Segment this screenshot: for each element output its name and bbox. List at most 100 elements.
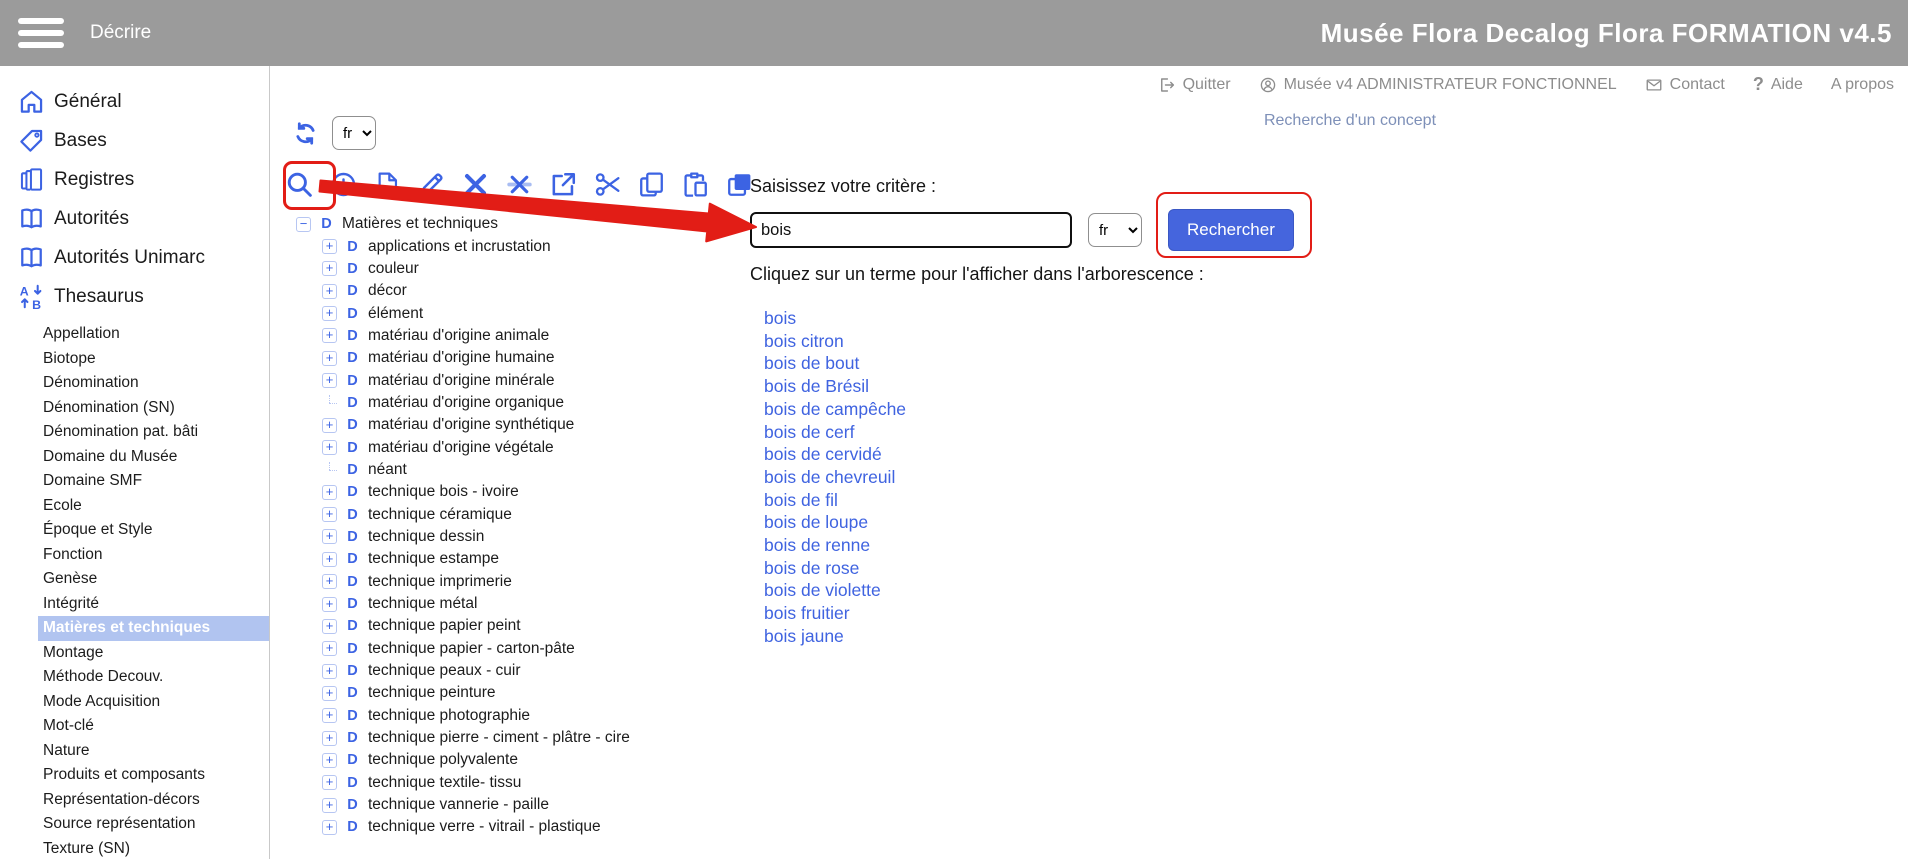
search-result-link[interactable]: bois de rose bbox=[764, 557, 1350, 580]
tree-node[interactable]: D décor bbox=[294, 280, 630, 302]
tree-expand-toggle[interactable] bbox=[322, 798, 337, 813]
sidebar-nav-item[interactable]: AB Thesaurus bbox=[0, 277, 269, 316]
tree-expand-toggle[interactable] bbox=[322, 552, 337, 567]
tree-node[interactable]: D technique peinture bbox=[294, 682, 630, 704]
tree-node[interactable]: D matériau d'origine végétale bbox=[294, 436, 630, 458]
search-result-link[interactable]: bois jaune bbox=[764, 625, 1350, 648]
tree-node[interactable]: D couleur bbox=[294, 258, 630, 280]
thesaurus-list-item[interactable]: Ecole bbox=[38, 494, 269, 519]
open-external-button[interactable] bbox=[548, 169, 579, 203]
thesaurus-list-item[interactable]: Mode Acquisition bbox=[38, 690, 269, 715]
tree-node[interactable]: D néant bbox=[294, 459, 630, 481]
search-result-link[interactable]: bois bbox=[764, 307, 1350, 330]
hamburger-menu-icon[interactable] bbox=[18, 18, 64, 48]
tree-expand-toggle[interactable] bbox=[296, 217, 311, 232]
help-link[interactable]: ? Aide bbox=[1753, 74, 1803, 95]
unlink-button[interactable] bbox=[504, 169, 535, 203]
thesaurus-list-item[interactable]: Biotope bbox=[38, 347, 269, 372]
tree-node[interactable]: D matériau d'origine organique bbox=[294, 392, 630, 414]
search-button[interactable] bbox=[284, 169, 315, 203]
tree-expand-toggle[interactable] bbox=[322, 775, 337, 790]
tree-node[interactable]: D technique papier - carton-pâte bbox=[294, 638, 630, 660]
tree-expand-toggle[interactable] bbox=[322, 507, 337, 522]
thesaurus-list-item[interactable]: Mot-clé bbox=[38, 714, 269, 739]
add-concept-button[interactable] bbox=[328, 169, 359, 203]
tree-expand-toggle[interactable] bbox=[322, 440, 337, 455]
edit-button[interactable] bbox=[416, 169, 447, 203]
tree-expand-toggle[interactable] bbox=[322, 328, 337, 343]
account-link[interactable]: Musée v4 ADMINISTRATEUR FONCTIONNEL bbox=[1259, 76, 1617, 94]
thesaurus-list-item[interactable]: Appellation bbox=[38, 322, 269, 347]
add-sheet-button[interactable]: s+ bbox=[372, 169, 403, 203]
thesaurus-list-item[interactable]: Montage bbox=[38, 641, 269, 666]
thesaurus-list-item[interactable]: Dénomination (SN) bbox=[38, 396, 269, 421]
tree-node[interactable]: D applications et incrustation bbox=[294, 235, 630, 257]
search-language-select[interactable]: fr bbox=[1088, 213, 1142, 247]
search-result-link[interactable]: bois de bout bbox=[764, 352, 1350, 375]
cut-button[interactable] bbox=[592, 169, 623, 203]
tree-node[interactable]: D technique textile- tissu bbox=[294, 772, 630, 794]
sidebar-nav-item[interactable]: Autorités Unimarc bbox=[0, 238, 269, 277]
tree-node[interactable]: D élément bbox=[294, 302, 630, 324]
tree-expand-toggle[interactable] bbox=[322, 261, 337, 276]
copy-button[interactable] bbox=[636, 169, 667, 203]
search-result-link[interactable]: bois de fil bbox=[764, 489, 1350, 512]
search-result-link[interactable]: bois de cervidé bbox=[764, 443, 1350, 466]
tree-node[interactable]: D technique dessin bbox=[294, 526, 630, 548]
tree-node[interactable]: D technique vannerie - paille bbox=[294, 794, 630, 816]
thesaurus-list-item[interactable]: Représentation-décors bbox=[38, 788, 269, 813]
thesaurus-list-item[interactable]: Domaine du Musée bbox=[38, 445, 269, 470]
delete-button[interactable] bbox=[460, 169, 491, 203]
thesaurus-list-item[interactable]: Dénomination pat. bâti bbox=[38, 420, 269, 445]
tree-expand-toggle[interactable] bbox=[322, 731, 337, 746]
tree-node[interactable]: D technique peaux - cuir bbox=[294, 660, 630, 682]
search-result-link[interactable]: bois citron bbox=[764, 330, 1350, 353]
thesaurus-list-item[interactable]: Intégrité bbox=[38, 592, 269, 617]
tree-expand-toggle[interactable] bbox=[322, 395, 337, 410]
sidebar-nav-item[interactable]: Bases bbox=[0, 121, 269, 160]
paste-button[interactable] bbox=[680, 169, 711, 203]
sidebar-nav-item[interactable]: Général bbox=[0, 82, 269, 121]
tree-expand-toggle[interactable] bbox=[322, 306, 337, 321]
tree-expand-toggle[interactable] bbox=[322, 664, 337, 679]
tree-expand-toggle[interactable] bbox=[322, 574, 337, 589]
thesaurus-list-item[interactable]: Genèse bbox=[38, 567, 269, 592]
thesaurus-list-item[interactable]: Fonction bbox=[38, 543, 269, 568]
sidebar-nav-item[interactable]: Registres bbox=[0, 160, 269, 199]
tree-node[interactable]: D technique imprimerie bbox=[294, 571, 630, 593]
tree-node[interactable]: D matériau d'origine animale bbox=[294, 325, 630, 347]
tree-node[interactable]: D Matières et techniques bbox=[294, 213, 630, 235]
tree-node[interactable]: D matériau d'origine humaine bbox=[294, 347, 630, 369]
tree-expand-toggle[interactable] bbox=[322, 619, 337, 634]
tree-expand-toggle[interactable] bbox=[322, 373, 337, 388]
about-link[interactable]: A propos bbox=[1831, 76, 1894, 94]
search-button[interactable]: Rechercher bbox=[1168, 209, 1294, 251]
tree-node[interactable]: D technique estampe bbox=[294, 548, 630, 570]
search-result-link[interactable]: bois de renne bbox=[764, 534, 1350, 557]
tree-expand-toggle[interactable] bbox=[322, 529, 337, 544]
tree-node[interactable]: D technique papier peint bbox=[294, 615, 630, 637]
tree-node[interactable]: D technique céramique bbox=[294, 503, 630, 525]
sidebar-nav-item[interactable]: Autorités bbox=[0, 199, 269, 238]
tree-expand-toggle[interactable] bbox=[322, 820, 337, 835]
thesaurus-list-item[interactable]: Source représentation bbox=[38, 812, 269, 837]
tree-node[interactable]: D technique bois - ivoire bbox=[294, 481, 630, 503]
thesaurus-list-item[interactable]: Domaine SMF bbox=[38, 469, 269, 494]
search-result-link[interactable]: bois de campêche bbox=[764, 398, 1350, 421]
tree-language-select[interactable]: fr bbox=[332, 116, 376, 150]
search-result-link[interactable]: bois de loupe bbox=[764, 511, 1350, 534]
tree-expand-toggle[interactable] bbox=[322, 239, 337, 254]
thesaurus-list-item[interactable]: Dénomination bbox=[38, 371, 269, 396]
tree-expand-toggle[interactable] bbox=[322, 462, 337, 477]
tree-node[interactable]: D technique photographie bbox=[294, 705, 630, 727]
search-result-link[interactable]: bois de violette bbox=[764, 579, 1350, 602]
thesaurus-list-item[interactable]: Époque et Style bbox=[38, 518, 269, 543]
search-result-link[interactable]: bois de cerf bbox=[764, 421, 1350, 444]
search-result-link[interactable]: bois fruitier bbox=[764, 602, 1350, 625]
criteria-input[interactable] bbox=[750, 212, 1072, 248]
tree-node[interactable]: D technique métal bbox=[294, 593, 630, 615]
thesaurus-list-item[interactable]: Produits et composants bbox=[38, 763, 269, 788]
tree-expand-toggle[interactable] bbox=[322, 351, 337, 366]
thesaurus-list-item[interactable]: Texture (SN) bbox=[38, 837, 269, 859]
tree-node[interactable]: D matériau d'origine synthétique bbox=[294, 414, 630, 436]
